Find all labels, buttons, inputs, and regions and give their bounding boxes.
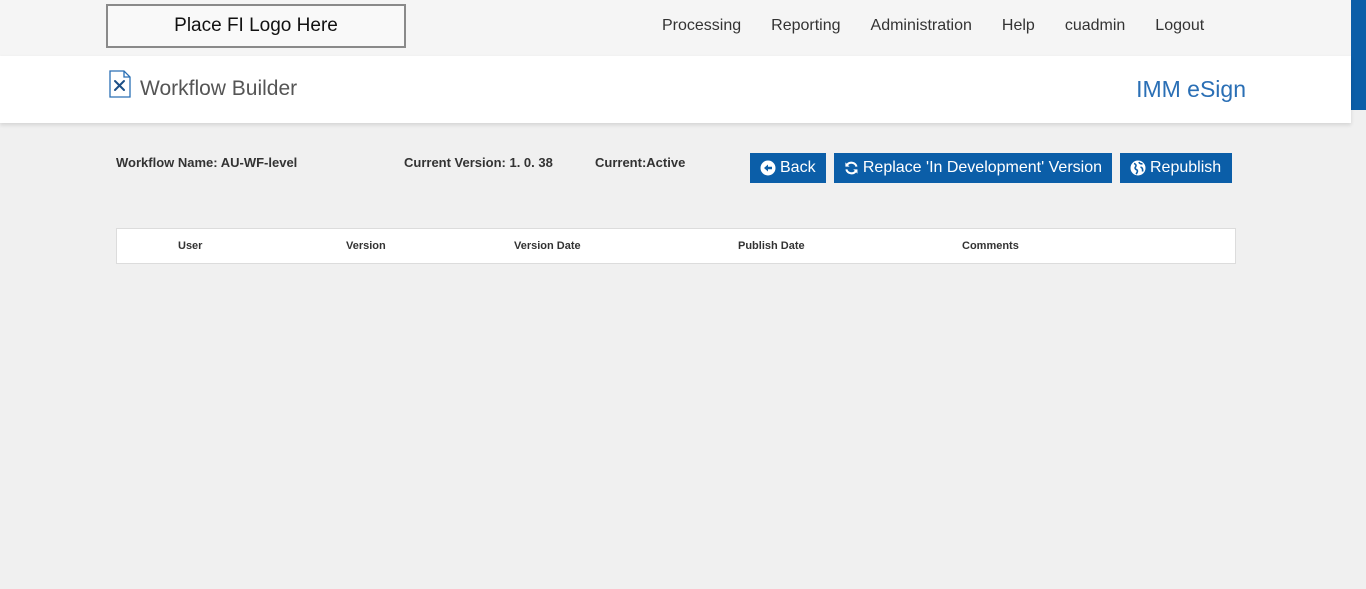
page-title-bar: Workflow Builder IMM eSign — [0, 56, 1351, 123]
globe-icon — [1130, 160, 1146, 176]
column-header-user[interactable]: User — [178, 240, 202, 252]
page-title: Workflow Builder — [140, 77, 298, 100]
current-status-label: Current:Active — [595, 155, 686, 170]
nav-logout[interactable]: Logout — [1155, 17, 1204, 35]
nav-administration[interactable]: Administration — [871, 17, 972, 35]
back-button[interactable]: Back — [750, 153, 826, 183]
top-navigation-bar: Place FI Logo Here Processing Reporting … — [0, 0, 1351, 56]
fi-logo-placeholder[interactable]: Place FI Logo Here — [106, 4, 406, 48]
nav-processing[interactable]: Processing — [662, 17, 741, 35]
current-version-label: Current Version: 1. 0. 38 — [404, 155, 553, 170]
republish-button-label: Republish — [1150, 159, 1222, 176]
refresh-icon — [845, 161, 858, 175]
column-header-version[interactable]: Version — [346, 240, 386, 252]
nav-reporting[interactable]: Reporting — [771, 17, 840, 35]
replace-button-label: Replace 'In Development' Version — [862, 159, 1102, 176]
scrollbar-thumb[interactable] — [1351, 0, 1366, 110]
brand-name: IMM eSign — [1136, 76, 1246, 102]
document-tools-icon — [109, 70, 131, 98]
column-header-comments[interactable]: Comments — [962, 240, 1019, 252]
back-button-label: Back — [780, 159, 816, 176]
workflow-name-label: Workflow Name: AU-WF-level — [116, 155, 298, 170]
version-history-table: User Version Version Date Publish Date C… — [116, 228, 1236, 264]
replace-development-version-button[interactable]: Replace 'In Development' Version — [834, 153, 1112, 183]
column-header-version-date[interactable]: Version Date — [514, 240, 581, 252]
column-header-publish-date[interactable]: Publish Date — [738, 240, 805, 252]
republish-button[interactable]: Republish — [1120, 153, 1232, 183]
logo-text: Place FI Logo Here — [174, 15, 338, 36]
nav-help[interactable]: Help — [1002, 17, 1035, 35]
main-nav: Processing Reporting Administration Help… — [662, 17, 1204, 35]
nav-user-account[interactable]: cuadmin — [1065, 17, 1125, 35]
arrow-left-circle-icon — [760, 160, 776, 176]
